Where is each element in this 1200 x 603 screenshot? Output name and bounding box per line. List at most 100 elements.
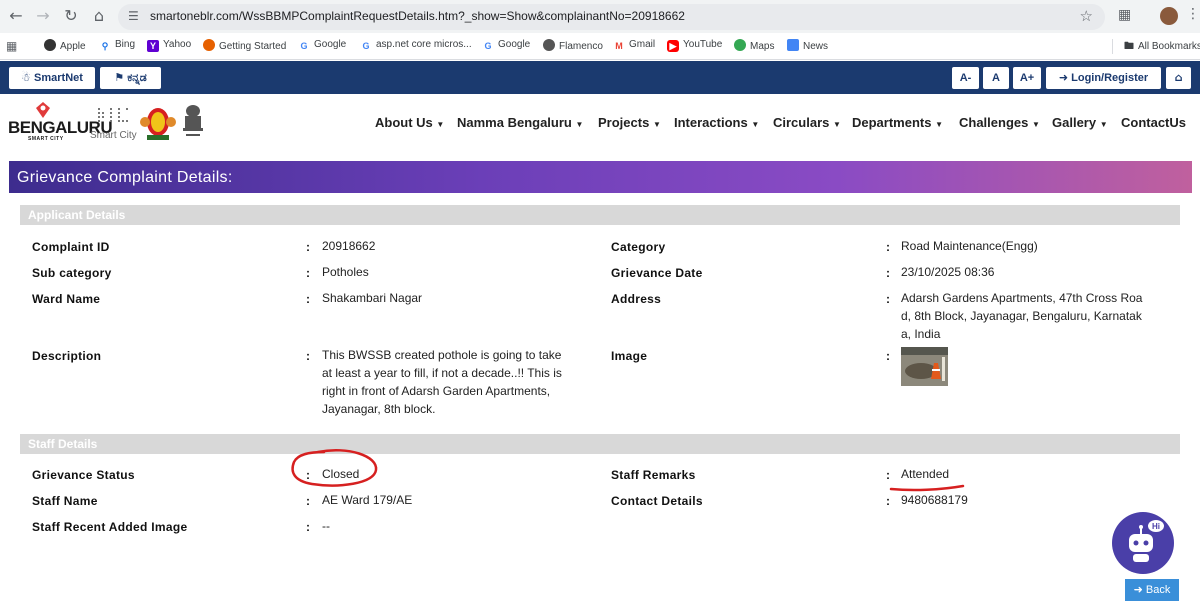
colon: : [306, 240, 310, 254]
search-icon: ⚲ [99, 40, 111, 52]
colon: : [886, 468, 890, 482]
home-icon[interactable]: ⌂ [89, 6, 109, 26]
nav-label: Projects [598, 115, 650, 130]
description-line: right in front of Adarsh Garden Apartmen… [322, 384, 551, 398]
colon: : [886, 292, 890, 306]
colon: : [306, 494, 310, 508]
category-label: Category [611, 240, 666, 254]
robot-icon: Hi [1113, 513, 1173, 573]
bookmark-aspnet[interactable]: Gasp.net core micros... [360, 39, 472, 52]
subcategory-value: Potholes [322, 265, 369, 279]
nav-label: Circulars [773, 115, 830, 130]
bookmark-news[interactable]: News [787, 39, 828, 52]
logo-mark-icon [36, 102, 50, 118]
forward-arrow-icon[interactable]: → [33, 6, 53, 26]
nav-about-us[interactable]: About Us ▼ [375, 115, 444, 130]
staff-remarks-label: Staff Remarks [611, 468, 696, 482]
bookmarks-bar: ▦ Apple ⚲ Bing Y Yahoo Getting Started G Go… [0, 33, 1200, 60]
site-info-icon[interactable]: ☰ [128, 9, 139, 23]
bookmark-label: All Bookmarks [1138, 41, 1200, 52]
extensions-icon[interactable]: ▦ [1118, 7, 1131, 23]
browser-menu-icon[interactable]: ⋮ [1186, 6, 1200, 22]
back-arrow-icon[interactable]: ← [6, 6, 26, 26]
smartnet-button[interactable]: ☃ SmartNet [9, 67, 95, 89]
caret-down-icon: ▼ [833, 120, 841, 129]
all-bookmarks[interactable]: 🖿 All Bookmarks [1124, 39, 1200, 56]
nav-projects[interactable]: Projects ▼ [598, 115, 661, 130]
subcategory-label: Sub category [32, 266, 112, 280]
firefox-icon [203, 39, 215, 51]
bookmark-google[interactable]: G Google [298, 39, 346, 52]
nav-circulars[interactable]: Circulars ▼ [773, 115, 841, 130]
bookmark-maps[interactable]: Maps [734, 39, 774, 52]
bookmark-google-2[interactable]: G Google [482, 39, 530, 52]
apps-grid-icon[interactable]: ▦ [6, 39, 17, 53]
smart-city-text: Smart City [90, 130, 137, 141]
bookmark-yahoo[interactable]: Y Yahoo [147, 39, 191, 52]
colon: : [306, 349, 310, 363]
address-label: Address [611, 292, 662, 306]
back-button[interactable]: ➜ Back [1125, 579, 1179, 601]
font-normal-button[interactable]: A [983, 67, 1009, 89]
news-icon [787, 39, 799, 51]
complaint-image-thumbnail[interactable] [901, 347, 948, 386]
nav-departments[interactable]: Departments ▼ [852, 115, 943, 130]
ward-name-label: Ward Name [32, 292, 101, 306]
bookmark-label: Gmail [629, 39, 656, 50]
login-label: Login/Register [1071, 72, 1149, 84]
smart-city-mission-icon [98, 108, 128, 122]
bookmark-getting-started[interactable]: Getting Started [203, 39, 286, 52]
nav-label: About Us [375, 115, 433, 130]
caret-down-icon: ▼ [1031, 120, 1040, 129]
staff-name-value: AE Ward 179/AE [322, 493, 413, 507]
bookmark-gmail[interactable]: M Gmail [613, 39, 655, 52]
description-label: Description [32, 349, 102, 363]
nav-contact-us[interactable]: ContactUs [1121, 115, 1186, 130]
colon: : [306, 520, 310, 534]
nav-interactions[interactable]: Interactions ▼ [674, 115, 759, 130]
bookmark-label: Getting Started [219, 41, 287, 52]
address-bar[interactable]: ☰ smartoneblr.com/WssBBMPComplaintReques… [118, 4, 1105, 30]
home-icon[interactable]: ⌂ [1166, 67, 1191, 89]
nav-challenges[interactable]: Challenges ▼ [959, 115, 1040, 130]
gmail-icon: M [613, 40, 625, 52]
page-title: Grievance Complaint Details: [17, 169, 233, 186]
bookmark-star-icon[interactable]: ☆ [1080, 7, 1093, 25]
caret-down-icon: ▼ [935, 120, 944, 129]
bookmark-label: Maps [750, 41, 775, 52]
bookmark-youtube[interactable]: ▶ YouTube [667, 39, 722, 52]
font-decrease-button[interactable]: A- [952, 67, 979, 89]
smartnet-label: SmartNet [34, 72, 83, 84]
nav-namma-bengaluru[interactable]: Namma Bengaluru ▼ [457, 115, 583, 130]
profile-avatar[interactable] [1160, 7, 1178, 25]
google-icon: G [298, 40, 310, 52]
reload-icon[interactable]: ↻ [61, 6, 81, 26]
bookmark-label: YouTube [683, 39, 723, 50]
kannada-label: ಕನ್ನಡ [127, 72, 147, 84]
bookmark-apple[interactable]: Apple [44, 39, 86, 52]
bookmark-label: Google [498, 39, 531, 50]
site-topbar: ☃ SmartNet ⚑ ಕನ್ನಡ A- A A+ ➜ Login/Regis… [0, 61, 1200, 94]
wifi-icon: ☃ [21, 71, 31, 84]
red-underline-annotation [889, 484, 965, 492]
bookmark-flamenco[interactable]: Flamenco [543, 39, 603, 52]
page-title-band: Grievance Complaint Details: [9, 161, 1192, 193]
font-increase-button[interactable]: A+ [1013, 67, 1041, 89]
chatbot-button[interactable]: Hi [1112, 512, 1174, 574]
bookmark-label: Yahoo [163, 39, 192, 50]
bookmark-label: Apple [60, 41, 86, 52]
map-pin-icon [734, 39, 746, 51]
kannada-button[interactable]: ⚑ ಕನ್ನಡ [100, 67, 161, 89]
colon: : [306, 266, 310, 280]
url-text: smartoneblr.com/WssBBMPComplaintRequestD… [150, 9, 685, 23]
grievance-date-label: Grievance Date [611, 266, 703, 280]
caret-down-icon: ▼ [575, 120, 584, 129]
caret-down-icon: ▼ [436, 120, 445, 129]
bookmark-bing[interactable]: ⚲ Bing [99, 39, 135, 52]
red-circle-annotation [291, 448, 378, 487]
nav-gallery[interactable]: Gallery ▼ [1052, 115, 1108, 130]
google-icon: G [360, 40, 372, 52]
google-icon: G [482, 40, 494, 52]
colon: : [886, 266, 890, 280]
login-register-button[interactable]: ➜ Login/Register [1046, 67, 1161, 89]
